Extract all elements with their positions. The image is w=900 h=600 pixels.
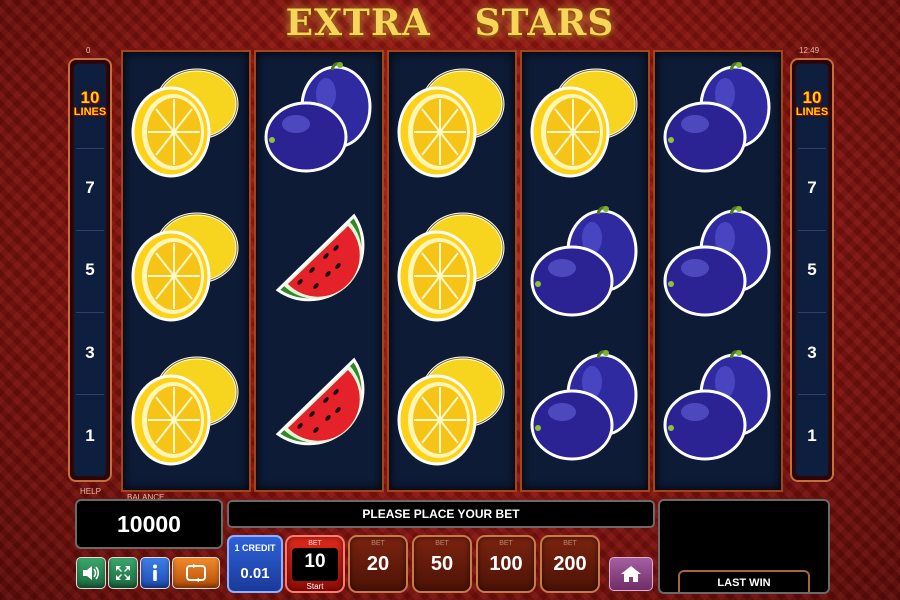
lines-indicator-left[interactable]: 10 LINES: [70, 89, 110, 120]
current-bet: 10: [304, 551, 326, 572]
corner-left-value: 0: [86, 46, 91, 55]
line-number[interactable]: 1: [792, 426, 832, 446]
line-number[interactable]: 7: [792, 178, 832, 198]
lemon-symbol: [123, 52, 249, 192]
info-icon: [153, 564, 157, 581]
plum-symbol: [655, 340, 781, 480]
plum-symbol: [655, 196, 781, 336]
bet-option-button[interactable]: BET 50: [412, 535, 472, 593]
lemon-symbol: [389, 196, 515, 336]
line-number[interactable]: 1: [70, 426, 110, 446]
last-win-label: LAST WIN: [678, 570, 810, 592]
line-number[interactable]: 7: [70, 178, 110, 198]
win-display: LAST WIN: [658, 499, 830, 594]
line-number[interactable]: 5: [70, 260, 110, 280]
lemon-symbol: [123, 196, 249, 336]
line-number[interactable]: 3: [792, 343, 832, 363]
plum-symbol: [256, 52, 382, 192]
line-number[interactable]: 5: [792, 260, 832, 280]
lines-indicator-right[interactable]: 10 LINES: [792, 89, 832, 120]
lemon-symbol: [389, 52, 515, 192]
start-bet-button[interactable]: BET 10 Start: [285, 535, 345, 593]
plum-symbol: [522, 196, 648, 336]
speaker-icon: [83, 566, 100, 580]
fullscreen-button[interactable]: [108, 557, 138, 589]
start-label: Start: [306, 582, 324, 591]
credit-value-button[interactable]: 1 CREDIT 0.01: [227, 535, 283, 593]
line-number[interactable]: 3: [70, 343, 110, 363]
home-button[interactable]: [609, 557, 653, 591]
lines-panel-left: 10 LINES 7 5 3 1: [68, 58, 112, 482]
plum-symbol: [522, 340, 648, 480]
autoplay-button[interactable]: [172, 557, 220, 589]
lemon-symbol: [389, 340, 515, 480]
help-label[interactable]: HELP: [80, 487, 101, 496]
plum-symbol: [655, 52, 781, 192]
balance-display: 10000: [75, 499, 223, 549]
status-message: PLEASE PLACE YOUR BET: [227, 500, 655, 528]
home-icon: [621, 566, 641, 582]
game-logo: EXTRA STARS: [285, 2, 615, 44]
sound-button[interactable]: [76, 557, 106, 589]
corner-right-value: 12:49: [799, 46, 820, 55]
info-button[interactable]: [140, 557, 170, 589]
lines-panel-right: 10 LINES 7 5 3 1: [790, 58, 834, 482]
bet-option-button[interactable]: BET 100: [476, 535, 536, 593]
bet-option-button[interactable]: BET 200: [540, 535, 600, 593]
fullscreen-icon: [116, 566, 130, 580]
watermelon-symbol: [256, 196, 382, 336]
watermelon-symbol: [256, 340, 382, 480]
autoplay-icon: [186, 564, 206, 582]
bet-option-button[interactable]: BET 20: [348, 535, 408, 593]
lemon-symbol: [522, 52, 648, 192]
lemon-symbol: [123, 340, 249, 480]
